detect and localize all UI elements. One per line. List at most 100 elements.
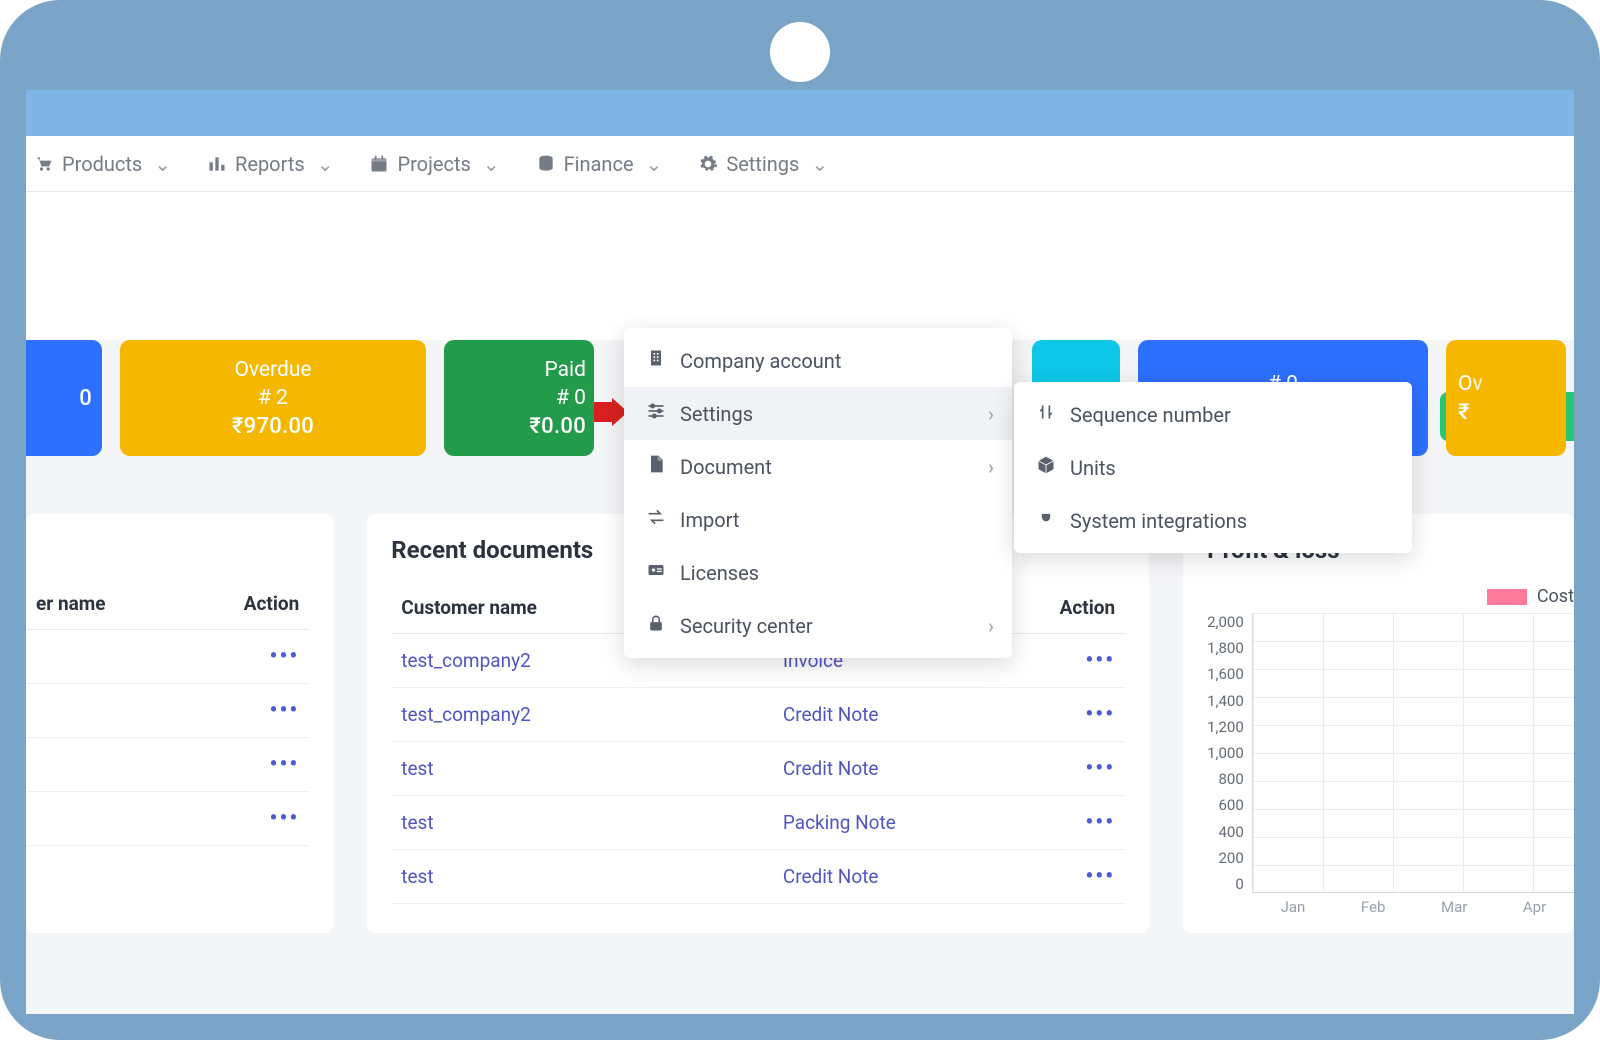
cell-action[interactable]: ••• [180, 738, 310, 792]
submenu-units[interactable]: Units [1014, 441, 1412, 494]
chevron-down-icon: ⌄ [317, 152, 334, 176]
menu-company-account[interactable]: Company account [624, 334, 1012, 387]
cell-document[interactable]: Credit Note [773, 850, 1008, 904]
gear-icon [698, 154, 718, 174]
y-tick: 1,000 [1207, 744, 1244, 762]
cell-number [641, 796, 773, 850]
table-row: test Credit Note ••• [391, 742, 1125, 796]
chevron-down-icon: ⌄ [811, 152, 828, 176]
left-panel: er name Action ••• ••• ••• ••• [26, 514, 333, 933]
cell-name [26, 630, 180, 684]
x-tick: Feb [1361, 898, 1386, 916]
table-row: ••• [26, 630, 309, 684]
cell-action[interactable]: ••• [180, 684, 310, 738]
cell-number [641, 742, 773, 796]
chevron-right-icon: › [988, 614, 994, 638]
cell-customer[interactable]: test_company2 [391, 634, 641, 688]
menu-import[interactable]: Import [624, 493, 1012, 546]
cell-customer[interactable]: test [391, 850, 641, 904]
lock-icon [646, 613, 666, 638]
exchange-icon [646, 507, 666, 532]
left-table: er name Action ••• ••• ••• ••• [26, 582, 309, 846]
cell-action[interactable]: ••• [180, 630, 310, 684]
more-icon[interactable]: ••• [270, 752, 300, 777]
table-row: ••• [26, 684, 309, 738]
more-icon[interactable]: ••• [1085, 702, 1115, 727]
status-tile-paid[interactable]: Paid # 0 ₹0.00 [444, 340, 594, 456]
cell-customer[interactable]: test_company2 [391, 688, 641, 742]
cell-action[interactable]: ••• [1008, 742, 1125, 796]
plug-icon [1036, 508, 1056, 533]
menu-licenses[interactable]: Licenses [624, 546, 1012, 599]
nav-label: Finance [564, 152, 634, 176]
tile-count: # 2 [258, 386, 288, 410]
cell-document[interactable]: Packing Note [773, 796, 1008, 850]
nav-label: Settings [726, 152, 799, 176]
sliders-icon [646, 401, 666, 426]
tile-title: Ov [1458, 372, 1483, 396]
more-icon[interactable]: ••• [270, 806, 300, 831]
y-tick: 1,600 [1207, 665, 1244, 683]
submenu-system-integrations[interactable]: System integrations [1014, 494, 1412, 547]
cell-action[interactable]: ••• [180, 792, 310, 846]
y-tick: 800 [1218, 770, 1243, 788]
profit-loss-panel: Profit & loss Cost 2,0001,8001,6001,4001… [1183, 514, 1574, 933]
table-row: test Packing Note ••• [391, 796, 1125, 850]
menu-label: Security center [680, 614, 813, 638]
nav-finance[interactable]: Finance ⌄ [532, 146, 667, 182]
cell-document[interactable]: Credit Note [773, 688, 1008, 742]
status-tile-overdue[interactable]: Overdue # 2 ₹970.00 [120, 340, 426, 456]
table-row: ••• [26, 792, 309, 846]
building-icon [646, 348, 666, 373]
cell-number [641, 688, 773, 742]
y-tick: 1,800 [1207, 639, 1244, 657]
submenu-label: System integrations [1070, 509, 1247, 533]
y-tick: 600 [1218, 796, 1243, 814]
table-row: test_company2 Credit Note ••• [391, 688, 1125, 742]
tile-title: Paid [544, 358, 586, 382]
more-icon[interactable]: ••• [1085, 756, 1115, 781]
screen: Products ⌄ Reports ⌄ Projects ⌄ [26, 90, 1574, 1014]
cell-document[interactable]: Credit Note [773, 742, 1008, 796]
workspace: ➕ Create Company account Settings › Docu… [26, 340, 1574, 1014]
id-card-icon [646, 560, 666, 585]
submenu-sequence-number[interactable]: Sequence number [1014, 388, 1412, 441]
nav-label: Products [62, 152, 142, 176]
cell-action[interactable]: ••• [1008, 850, 1125, 904]
x-tick: Jan [1281, 898, 1306, 916]
x-tick: Apr [1523, 898, 1546, 916]
nav-label: Projects [397, 152, 470, 176]
menu-document[interactable]: Document › [624, 440, 1012, 493]
cell-action[interactable]: ••• [1008, 634, 1125, 688]
chevron-right-icon: › [988, 455, 994, 479]
cell-customer[interactable]: test [391, 742, 641, 796]
chevron-right-icon: › [988, 402, 994, 426]
cell-name [26, 684, 180, 738]
nav-settings[interactable]: Settings ⌄ [694, 146, 832, 182]
menu-settings[interactable]: Settings › [624, 387, 1012, 440]
device-frame: Products ⌄ Reports ⌄ Projects ⌄ [0, 0, 1600, 1040]
more-icon[interactable]: ••• [1085, 864, 1115, 889]
col-customer-name: er name [26, 582, 180, 630]
col-customer: Customer name [391, 586, 641, 634]
camera-dot [770, 22, 830, 82]
status-tile-overdue-2[interactable]: Ov ₹ [1446, 340, 1566, 456]
cell-action[interactable]: ••• [1008, 796, 1125, 850]
y-tick: 400 [1218, 823, 1243, 841]
y-tick: 0 [1235, 875, 1243, 893]
nav-reports[interactable]: Reports ⌄ [203, 146, 337, 182]
menu-security-center[interactable]: Security center › [624, 599, 1012, 652]
sequence-icon [1036, 402, 1056, 427]
y-tick: 2,000 [1207, 613, 1244, 631]
cell-customer[interactable]: test [391, 796, 641, 850]
more-icon[interactable]: ••• [270, 698, 300, 723]
nav-products[interactable]: Products ⌄ [30, 146, 175, 182]
cell-action[interactable]: ••• [1008, 688, 1125, 742]
chevron-down-icon: ⌄ [646, 152, 663, 176]
more-icon[interactable]: ••• [270, 644, 300, 669]
x-tick: Mar [1441, 898, 1467, 916]
more-icon[interactable]: ••• [1085, 648, 1115, 673]
status-tile[interactable]: 0 [26, 340, 102, 456]
more-icon[interactable]: ••• [1085, 810, 1115, 835]
nav-projects[interactable]: Projects ⌄ [365, 146, 503, 182]
